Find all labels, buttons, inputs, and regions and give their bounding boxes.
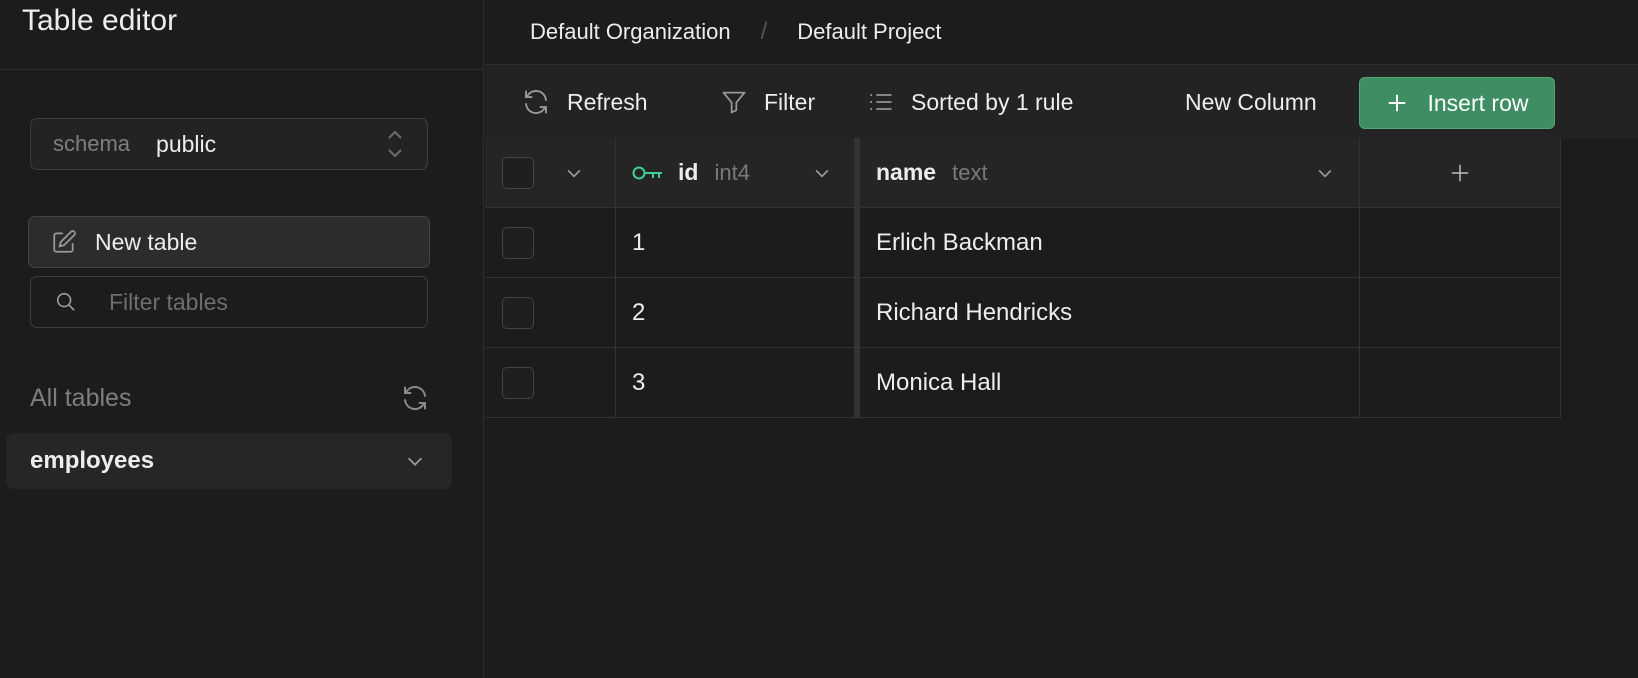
sort-button[interactable]: Sorted by 1 rule	[867, 65, 1073, 139]
chevron-down-icon[interactable]	[564, 163, 584, 183]
filter-tables-input[interactable]	[109, 288, 409, 316]
data-grid: id int4 name text 1 Erlich Backman 2 Ric…	[485, 138, 1561, 418]
row-checkbox[interactable]	[502, 296, 534, 329]
row-select-cell	[485, 278, 616, 347]
filter-icon	[722, 91, 746, 114]
column-name: name	[876, 159, 937, 185]
row-select-cell	[485, 348, 616, 417]
insert-row-label: Insert row	[1427, 89, 1529, 116]
refresh-icon	[525, 90, 547, 114]
cell-name[interactable]: Monica Hall	[860, 348, 1360, 417]
chevron-up-down-icon	[388, 130, 402, 158]
new-column-button[interactable]: New Column	[1185, 65, 1317, 139]
chevron-down-icon[interactable]	[812, 163, 832, 183]
row-checkbox[interactable]	[502, 366, 534, 399]
add-column-cell[interactable]	[1360, 138, 1561, 207]
list-icon	[870, 93, 892, 111]
filter-label: Filter	[764, 88, 816, 115]
table-item-label: employees	[30, 447, 155, 474]
select-all-cell	[485, 138, 616, 207]
new-column-label: New Column	[1185, 88, 1317, 115]
sort-label: Sorted by 1 rule	[911, 88, 1074, 115]
table-row[interactable]: 1 Erlich Backman	[485, 208, 1561, 278]
cell-name[interactable]: Richard Hendricks	[860, 278, 1360, 347]
new-table-button[interactable]: New table	[28, 216, 430, 268]
edit-icon	[53, 230, 76, 253]
cell-empty	[1360, 208, 1561, 277]
table-editor-app: Table editor schema public New table Fil…	[0, 0, 1638, 678]
column-type: text	[952, 159, 988, 185]
search-icon	[56, 292, 75, 311]
column-type: int4	[714, 159, 750, 185]
plus-icon	[1451, 164, 1469, 181]
cell-empty	[1360, 278, 1561, 347]
cell-id[interactable]: 3	[616, 348, 860, 417]
cell-name[interactable]: Erlich Backman	[860, 208, 1360, 277]
refresh-button[interactable]: Refresh	[521, 65, 648, 139]
table-row[interactable]: 2 Richard Hendricks	[485, 278, 1561, 348]
cell-id[interactable]: 1	[616, 208, 860, 277]
chevron-down-icon[interactable]	[404, 450, 426, 472]
cell-id[interactable]: 2	[616, 278, 860, 347]
insert-row-button[interactable]: Insert row	[1359, 77, 1555, 129]
sidebar: Table editor schema public New table Fil…	[0, 0, 484, 678]
sidebar-item-employees[interactable]: employees	[6, 433, 452, 489]
all-tables-label: All tables	[30, 383, 132, 412]
refresh-tables-icon[interactable]	[400, 383, 430, 413]
key-icon	[632, 166, 662, 179]
schema-label: schema	[53, 131, 131, 156]
plus-icon	[1388, 94, 1405, 112]
row-checkbox[interactable]	[502, 226, 534, 259]
new-table-label: New table	[95, 228, 198, 255]
refresh-label: Refresh	[567, 88, 648, 115]
sidebar-header: Table editor	[0, 0, 483, 70]
schema-value: public	[156, 130, 217, 157]
chevron-down-icon[interactable]	[1315, 163, 1335, 183]
all-tables-header: All tables	[30, 378, 430, 418]
cell-empty	[1360, 348, 1561, 417]
column-header-name[interactable]: name text	[860, 138, 1360, 207]
column-name: id	[678, 159, 699, 185]
select-all-checkbox[interactable]	[502, 156, 534, 189]
breadcrumb-separator: /	[760, 18, 768, 45]
breadcrumb-organization[interactable]: Default Organization	[530, 19, 731, 45]
grid-header-row: id int4 name text	[485, 138, 1561, 208]
column-header-id[interactable]: id int4	[616, 138, 860, 207]
breadcrumb-project[interactable]: Default Project	[797, 19, 941, 45]
schema-select[interactable]: schema public	[30, 118, 428, 170]
breadcrumb: Default Organization / Default Project	[485, 0, 1638, 64]
grid-toolbar: Refresh Filter Sorted by 1 rule New Colu…	[485, 64, 1638, 138]
page-title: Table editor	[22, 4, 178, 37]
table-row[interactable]: 3 Monica Hall	[485, 348, 1561, 418]
filter-button[interactable]: Filter	[720, 65, 815, 139]
filter-tables-field[interactable]	[30, 276, 428, 328]
row-select-cell	[485, 208, 616, 277]
